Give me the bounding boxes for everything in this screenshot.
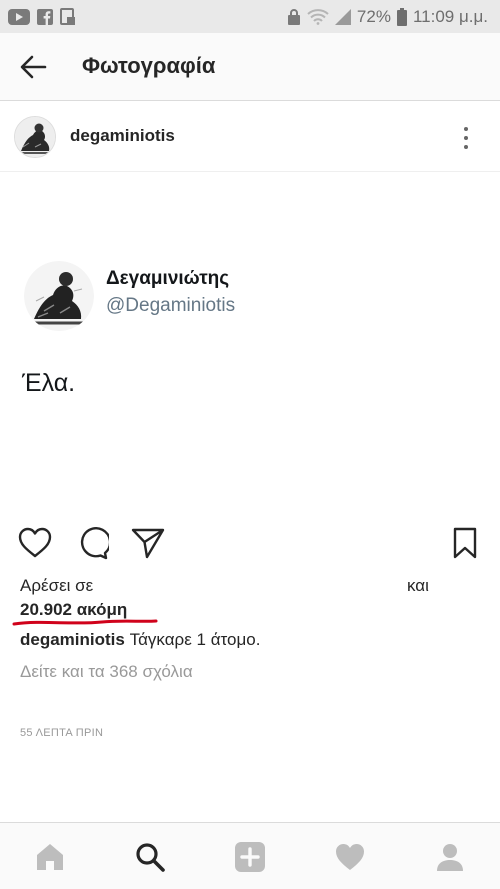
search-icon [136, 843, 165, 872]
activity-heart-icon [336, 844, 364, 870]
battery-percent: 72% [356, 6, 391, 26]
add-icon [235, 842, 265, 872]
share-button[interactable] [131, 526, 165, 560]
more-vertical-icon [464, 127, 468, 149]
lock-icon [287, 8, 301, 25]
likes-prefix: Αρέσει σε [20, 576, 94, 595]
signal-icon [334, 8, 351, 25]
caption: degaminiotis Τάγκαρε 1 άτομο. [20, 630, 260, 650]
caption-text: Τάγκαρε 1 άτομο. [124, 630, 261, 649]
battery-icon [396, 7, 407, 26]
avatar[interactable] [14, 116, 56, 158]
back-button[interactable] [18, 53, 48, 81]
nav-profile[interactable] [434, 841, 466, 873]
likes-and: και [407, 576, 429, 595]
nav-activity[interactable] [334, 841, 366, 873]
home-icon [37, 844, 63, 870]
arrow-left-icon [20, 55, 47, 79]
tweet-display-name: Δεγαμινιώτης [106, 268, 230, 289]
tweet-handle: @Degaminiotis [106, 295, 236, 316]
gallery-icon [60, 7, 76, 26]
clock: 11:09 μ.μ. [412, 6, 488, 26]
post-header: degaminiotis [0, 102, 500, 172]
tweet-text: Έλα. [22, 369, 76, 397]
like-button[interactable] [18, 526, 52, 560]
post-photo[interactable]: Δεγαμινιώτης @Degaminiotis Έλα. [0, 173, 500, 515]
nav-home[interactable] [34, 841, 66, 873]
status-right: 72% 11:09 μ.μ. [287, 7, 488, 27]
youtube-icon [8, 8, 30, 25]
facebook-icon [37, 8, 53, 25]
bookmark-icon [453, 527, 477, 559]
caption-username[interactable]: degaminiotis [20, 630, 125, 649]
comment-button[interactable] [75, 526, 112, 560]
status-bar: 72% 11:09 μ.μ. [0, 0, 500, 33]
profile-icon [437, 844, 463, 871]
share-icon [131, 528, 165, 559]
tweet-avatar [24, 261, 94, 331]
more-options-button[interactable] [455, 124, 477, 152]
bottom-navigation [0, 822, 500, 889]
view-comments-link[interactable]: Δείτε και τα 368 σχόλια [20, 662, 193, 682]
wifi-icon [307, 8, 329, 25]
nav-add[interactable] [234, 841, 266, 873]
red-underline-annotation [12, 619, 158, 626]
comment-icon [80, 527, 112, 560]
bookmark-button[interactable] [450, 526, 484, 560]
page-title: Φωτογραφία [82, 53, 216, 78]
top-bar: Φωτογραφία [0, 33, 500, 101]
status-left-icons [8, 7, 76, 26]
nav-search[interactable] [134, 841, 166, 873]
post-username[interactable]: degaminiotis [70, 126, 175, 146]
heart-icon [18, 527, 52, 558]
post-actions [0, 520, 500, 566]
post-timestamp: 55 ΛΕΠΤΑ ΠΡΙΝ [20, 727, 104, 739]
